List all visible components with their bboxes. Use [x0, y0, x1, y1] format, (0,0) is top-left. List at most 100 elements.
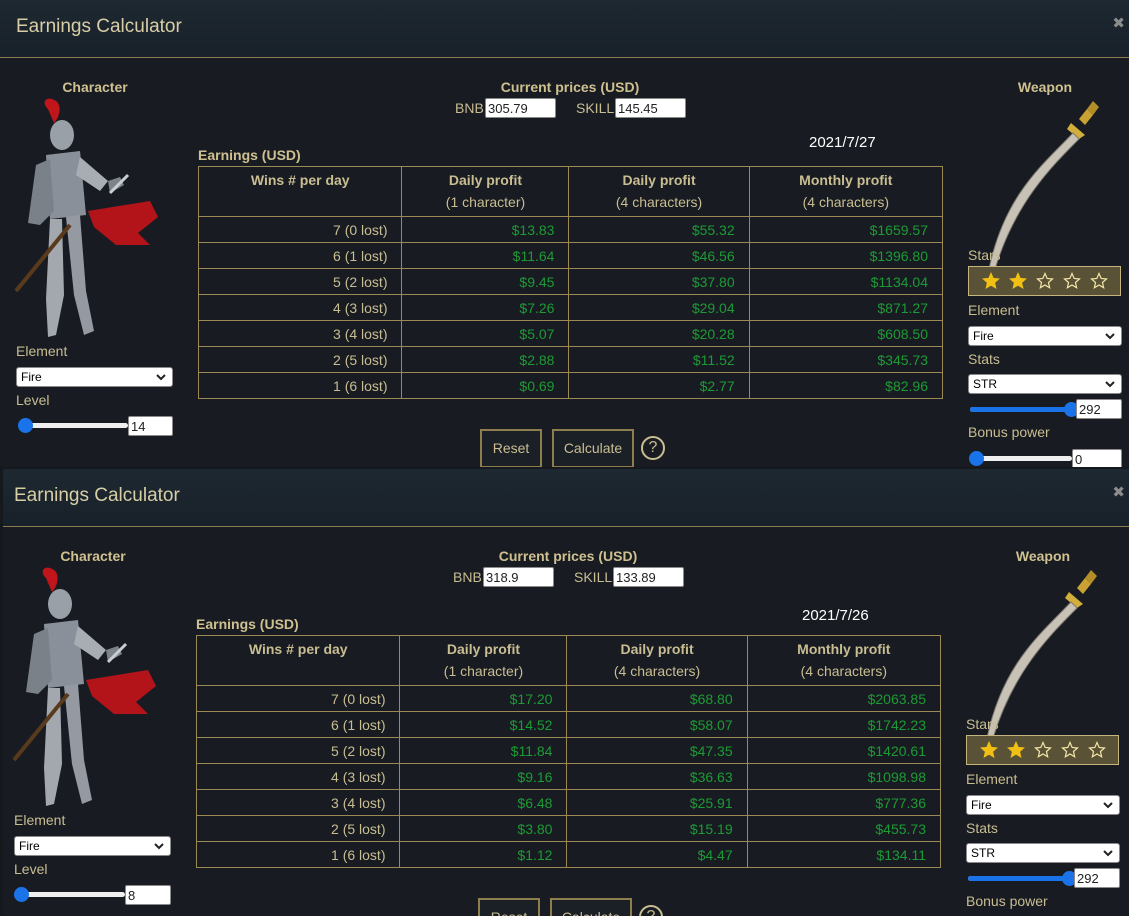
- level-slider[interactable]: [14, 886, 125, 902]
- weapon-element-select[interactable]: Fire: [966, 795, 1120, 815]
- profit-cell: $9.45: [401, 268, 570, 295]
- prices-row: BNB: 318.9 SKILL: 133.89: [453, 567, 693, 589]
- stat-input[interactable]: 292: [1076, 399, 1122, 419]
- character-label: Character: [60, 548, 126, 564]
- reset-button[interactable]: Reset: [478, 898, 540, 916]
- level-slider[interactable]: [18, 417, 128, 433]
- chevron-down-icon: [1105, 333, 1115, 340]
- profit-cell: $55.32: [568, 216, 750, 243]
- skill-price-input[interactable]: 133.89: [613, 567, 684, 587]
- skill-price-input[interactable]: 145.45: [615, 98, 686, 118]
- level-input[interactable]: 8: [125, 885, 171, 905]
- column-title: Daily profit: [446, 641, 521, 657]
- star-icon[interactable]: [1036, 272, 1054, 290]
- table-row: 4 (3 lost) $7.26 $29.04 $871.27: [197, 294, 944, 321]
- help-icon[interactable]: ?: [641, 436, 665, 460]
- help-icon[interactable]: ?: [639, 905, 663, 916]
- profit-cell: $1396.80: [748, 242, 944, 269]
- stat-input[interactable]: 292: [1074, 868, 1120, 888]
- table-row: 6 (1 lost) $11.64 $46.56 $1396.80: [197, 242, 944, 269]
- panel-titlebar: Earnings Calculator ✖: [3, 469, 1129, 527]
- profit-cell: $134.11: [746, 841, 942, 868]
- character-element-value: Fire: [19, 839, 40, 853]
- bonus-power-label: Bonus power: [966, 893, 1048, 909]
- calculate-button[interactable]: Calculate: [552, 429, 634, 467]
- character-element-select[interactable]: Fire: [16, 367, 173, 387]
- panel-body: Character Element Fire Level 14 Current …: [0, 59, 1129, 467]
- wins-cell: 5 (2 lost): [195, 737, 401, 764]
- close-icon[interactable]: ✖: [1112, 14, 1125, 32]
- star-icon[interactable]: [1088, 741, 1106, 759]
- level-slider-thumb[interactable]: [18, 418, 34, 433]
- bonus-power-slider-thumb[interactable]: [969, 451, 984, 466]
- character-element-select[interactable]: Fire: [14, 836, 171, 856]
- column-header: Daily profit (1 character): [399, 635, 568, 686]
- table-row: 1 (6 lost) $1.12 $4.47 $134.11: [195, 841, 942, 868]
- panel-title: Earnings Calculator: [16, 16, 182, 37]
- star-icon[interactable]: [980, 741, 998, 759]
- wins-cell: 7 (0 lost): [197, 216, 403, 243]
- profit-cell: $1.12: [399, 841, 568, 868]
- column-header: Daily profit (1 character): [401, 166, 570, 217]
- profit-cell: $871.27: [748, 294, 944, 321]
- star-icon[interactable]: [1007, 741, 1025, 759]
- bonus-power-slider[interactable]: [969, 450, 1072, 466]
- bnb-price-input[interactable]: 305.79: [485, 98, 556, 118]
- star-icon[interactable]: [1061, 741, 1079, 759]
- column-title: Wins # per day: [248, 641, 348, 657]
- level-slider-thumb[interactable]: [14, 887, 30, 902]
- profit-cell: $82.96: [748, 372, 944, 399]
- panel-titlebar: Earnings Calculator ✖: [0, 0, 1129, 58]
- profit-cell: $0.69: [401, 372, 570, 399]
- stats-select[interactable]: STR: [968, 374, 1122, 394]
- profit-cell: $2063.85: [746, 685, 942, 712]
- wins-cell: 6 (1 lost): [195, 711, 401, 738]
- stat-slider[interactable]: [970, 401, 1079, 417]
- level-label: Level: [14, 861, 48, 877]
- column-header: Wins # per day: [195, 635, 401, 686]
- profit-cell: $14.52: [399, 711, 568, 738]
- stat-slider[interactable]: [968, 870, 1077, 886]
- profit-cell: $11.84: [399, 737, 568, 764]
- earnings-table: Wins # per day Daily profit (1 character) D…: [197, 166, 944, 399]
- chevron-down-icon: [1105, 381, 1115, 388]
- profit-cell: $3.80: [399, 815, 568, 842]
- skill-label: SKILL:: [576, 100, 619, 116]
- star-icon[interactable]: [1034, 741, 1052, 759]
- level-input[interactable]: 14: [128, 416, 173, 436]
- current-prices-label: Current prices (USD): [498, 548, 638, 564]
- close-icon[interactable]: ✖: [1112, 483, 1125, 501]
- earnings-header-row: Wins # per day Daily profit (1 character) D…: [195, 635, 942, 686]
- character-label: Character: [62, 79, 128, 95]
- table-row: 3 (4 lost) $5.07 $20.28 $608.50: [197, 320, 944, 347]
- stats-select[interactable]: STR: [966, 843, 1120, 863]
- star-icon[interactable]: [1090, 272, 1108, 290]
- star-icon[interactable]: [1009, 272, 1027, 290]
- table-row: 7 (0 lost) $13.83 $55.32 $1659.57: [197, 216, 944, 243]
- table-row: 5 (2 lost) $9.45 $37.80 $1134.04: [197, 268, 944, 295]
- wins-cell: 2 (5 lost): [197, 346, 403, 373]
- earnings-body: 7 (0 lost) $13.83 $55.32 $1659.57 6 (1 lost)…: [197, 216, 944, 399]
- chevron-down-icon: [156, 374, 166, 381]
- star-icon[interactable]: [982, 272, 1000, 290]
- profit-cell: $4.47: [566, 841, 748, 868]
- character-element-value: Fire: [21, 370, 42, 384]
- table-row: 1 (6 lost) $0.69 $2.77 $82.96: [197, 372, 944, 399]
- chevron-down-icon: [1103, 850, 1113, 857]
- earnings-label: Earnings (USD): [198, 147, 301, 163]
- bonus-power-input[interactable]: 0: [1072, 449, 1122, 467]
- profit-cell: $1659.57: [748, 216, 944, 243]
- weapon-element-select[interactable]: Fire: [968, 326, 1122, 346]
- calculate-button[interactable]: Calculate: [550, 898, 632, 916]
- profit-cell: $29.04: [568, 294, 750, 321]
- bnb-price-input[interactable]: 318.9: [483, 567, 554, 587]
- profit-cell: $9.16: [399, 763, 568, 790]
- weapon-element-value: Fire: [971, 798, 992, 812]
- reset-button[interactable]: Reset: [480, 429, 542, 467]
- profit-cell: $2.88: [401, 346, 570, 373]
- chevron-down-icon: [154, 843, 164, 850]
- weapon-element-value: Fire: [973, 329, 994, 343]
- level-label: Level: [16, 392, 50, 408]
- table-row: 7 (0 lost) $17.20 $68.80 $2063.85: [195, 685, 942, 712]
- star-icon[interactable]: [1063, 272, 1081, 290]
